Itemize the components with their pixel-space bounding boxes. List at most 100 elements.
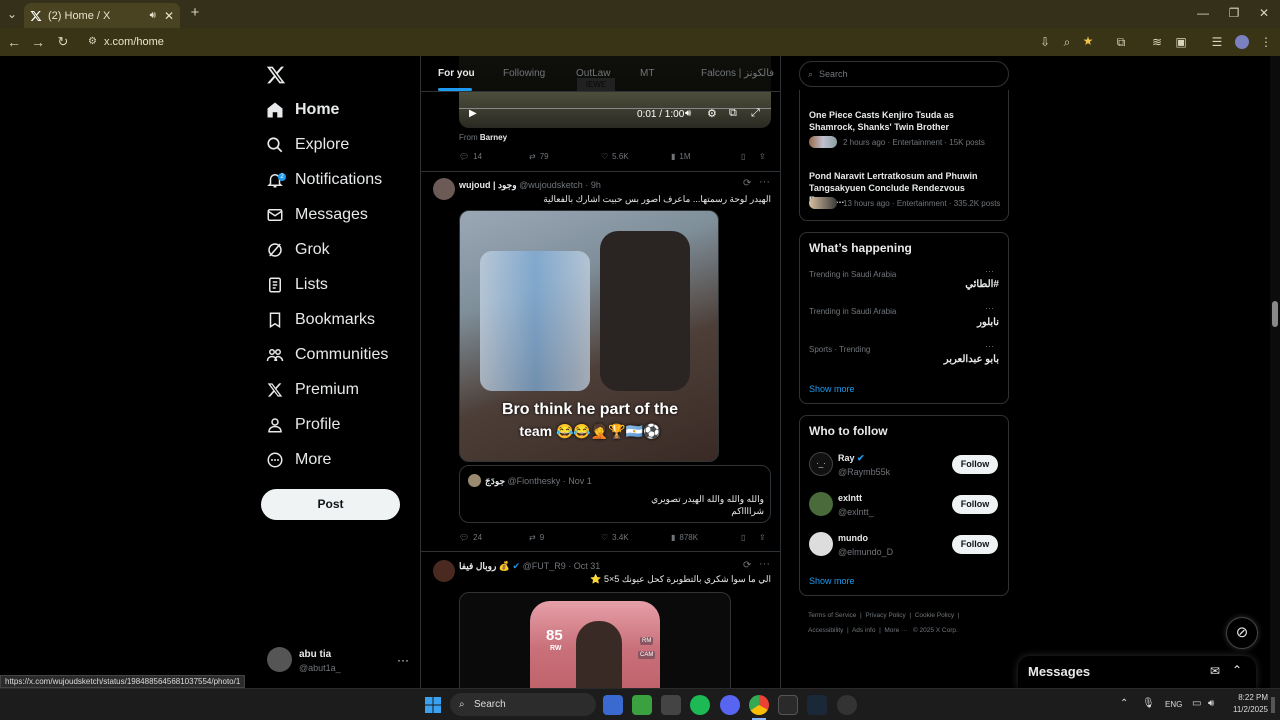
site-info-icon[interactable]: ⚙	[88, 32, 97, 52]
author-name[interactable]: wujoud | وجود	[459, 180, 517, 190]
expand-chevron-icon[interactable]: ⌃	[1232, 663, 1242, 677]
profile-avatar-icon[interactable]	[1235, 35, 1249, 49]
xbox-icon[interactable]	[778, 695, 798, 715]
zoom-icon[interactable]: ⌕	[1060, 35, 1074, 49]
reading-list-icon[interactable]: ☰	[1210, 35, 1224, 49]
nav-messages[interactable]: Messages	[264, 198, 368, 232]
bookmark-button[interactable]: ▯	[741, 152, 745, 161]
tray-chevron-icon[interactable]: ⌃	[1120, 698, 1128, 709]
scrollbar-thumb[interactable]	[1272, 301, 1278, 327]
settings-gear-icon[interactable]: ⚙	[707, 107, 717, 120]
taskbar-time[interactable]: 8:22 PM	[1226, 693, 1268, 702]
trend-more-icon[interactable]: ···	[985, 341, 994, 351]
nav-notifications[interactable]: 2 Notifications	[264, 163, 382, 197]
author-avatar[interactable]	[433, 560, 455, 582]
minimize-icon[interactable]: —	[1196, 6, 1210, 20]
grok-icon[interactable]: ⟳	[743, 178, 751, 189]
tab-following[interactable]: Following	[503, 68, 545, 79]
like-button[interactable]: ♡ 3.4K	[601, 533, 629, 542]
trend-more-icon[interactable]: ···	[985, 266, 994, 276]
search-input[interactable]: ⌕ Search	[799, 61, 1009, 87]
install-app-icon[interactable]: ⇩	[1038, 35, 1052, 49]
post-time[interactable]: Oct 31	[574, 561, 601, 571]
views-button[interactable]: ▮ 1M	[671, 152, 691, 161]
microphone-icon[interactable]: 🎙︎	[1142, 698, 1155, 709]
spotify-icon[interactable]	[690, 695, 710, 715]
app-icon[interactable]	[661, 695, 681, 715]
follow-button[interactable]: Follow	[952, 495, 998, 514]
quoted-post[interactable]: جودَجَ @Fionthesky · Nov 1 والله والله و…	[459, 465, 771, 523]
picture-in-picture-icon[interactable]: ⧉	[729, 107, 737, 120]
follow-button[interactable]: Follow	[952, 535, 998, 554]
post-button[interactable]: Post	[261, 489, 400, 520]
share-button[interactable]: ⇪	[759, 533, 766, 542]
reload-icon[interactable]: ↻	[55, 35, 71, 49]
video-progress[interactable]	[459, 108, 771, 109]
repost-button[interactable]: ⇄ 9	[529, 533, 544, 542]
show-more-link[interactable]: Show more	[809, 384, 855, 394]
file-explorer-icon[interactable]	[603, 695, 623, 715]
bookmark-star-icon[interactable]: ★	[1081, 34, 1095, 48]
close-window-icon[interactable]: ✕	[1257, 6, 1271, 20]
language-indicator[interactable]: ENG	[1165, 700, 1182, 709]
address-bar[interactable]: ⚙ x.com/home	[82, 32, 1062, 52]
news-title[interactable]: One Piece Casts Kenjiro Tsuda as Shamroc…	[809, 109, 1001, 133]
tab-for-you[interactable]: For you	[438, 68, 475, 79]
menu-kebab-icon[interactable]: ⋮	[1259, 35, 1273, 49]
browser-tab[interactable]: (2) Home / X 🔊︎ ✕	[24, 3, 180, 28]
like-button[interactable]: ♡ 5.6K	[601, 152, 629, 161]
account-avatar[interactable]	[267, 647, 292, 672]
post-image[interactable]: Bro think he part of the team 😂😂🤦🏆🇦🇷⚽	[459, 210, 719, 462]
app-icon[interactable]	[837, 695, 857, 715]
nav-explore[interactable]: Explore	[264, 128, 349, 162]
taskbar-search[interactable]: ⌕ Search	[450, 693, 596, 716]
messages-drawer[interactable]: Messages ✉ ⌃	[1018, 656, 1256, 688]
grok-floating-icon[interactable]: ⊘	[1226, 617, 1258, 649]
footer-link[interactable]: Cookie Policy	[915, 612, 954, 619]
trend-name[interactable]: #الطائي	[809, 279, 999, 290]
footer-link[interactable]: More ···	[884, 627, 907, 634]
nav-communities[interactable]: Communities	[264, 338, 388, 372]
scrollbar-track[interactable]	[1270, 56, 1280, 688]
close-tab-icon[interactable]: ✕	[164, 9, 174, 23]
author-name[interactable]: روبال فيفا 💰	[459, 561, 510, 571]
footer-link[interactable]: Terms of Service	[808, 612, 856, 619]
media-icon[interactable]: ≋	[1150, 35, 1164, 49]
author-avatar[interactable]	[433, 178, 455, 200]
reply-button[interactable]: 💬︎ 24	[459, 533, 482, 542]
trend-name[interactable]: نابلور	[809, 317, 999, 328]
x-logo-icon[interactable]	[266, 65, 286, 85]
repost-button[interactable]: ⇄ 79	[529, 152, 549, 161]
volume-icon[interactable]: 🔊︎	[685, 108, 691, 119]
restore-icon[interactable]: ❐	[1227, 6, 1241, 20]
split-view-icon[interactable]: ▣	[1174, 35, 1188, 49]
windows-start-icon[interactable]	[425, 697, 441, 713]
taskbar-date[interactable]: 11/2/2025	[1222, 705, 1268, 714]
nav-profile[interactable]: Profile	[264, 408, 340, 442]
trend-name[interactable]: بابو عبدالعربر	[809, 354, 999, 365]
tab-outlaw[interactable]: OutLaw	[576, 68, 610, 79]
nav-lists[interactable]: Lists	[264, 268, 328, 302]
nav-home[interactable]: Home	[264, 93, 339, 127]
footer-link[interactable]: Accessibility	[808, 627, 843, 634]
speaker-icon[interactable]: 🔊︎	[150, 10, 156, 21]
post-time[interactable]: 9h	[591, 180, 601, 190]
extensions-icon[interactable]: ⧉	[1114, 35, 1128, 49]
reply-button[interactable]: 💬︎ 14	[459, 152, 482, 161]
show-more-link[interactable]: Show more	[809, 576, 855, 586]
new-tab-icon[interactable]: +	[188, 5, 202, 20]
follow-name[interactable]: Ray ✔	[838, 453, 865, 464]
footer-link[interactable]: Privacy Policy	[865, 612, 905, 619]
follow-name[interactable]: mundo	[838, 533, 868, 543]
follow-avatar[interactable]: ·_·	[809, 452, 833, 476]
nav-bookmarks[interactable]: Bookmarks	[264, 303, 375, 337]
share-button[interactable]: ⇪	[759, 152, 766, 161]
new-message-icon[interactable]: ✉	[1210, 664, 1220, 678]
back-icon[interactable]: ←	[6, 35, 22, 49]
volume-icon[interactable]: 🔊︎	[1208, 698, 1214, 709]
follow-avatar[interactable]	[809, 532, 833, 556]
grok-icon[interactable]: ⟳	[743, 560, 751, 571]
nav-grok[interactable]: Grok	[264, 233, 330, 267]
nav-more[interactable]: More	[264, 443, 331, 477]
tab-list-icon[interactable]: ⌄	[5, 7, 19, 21]
